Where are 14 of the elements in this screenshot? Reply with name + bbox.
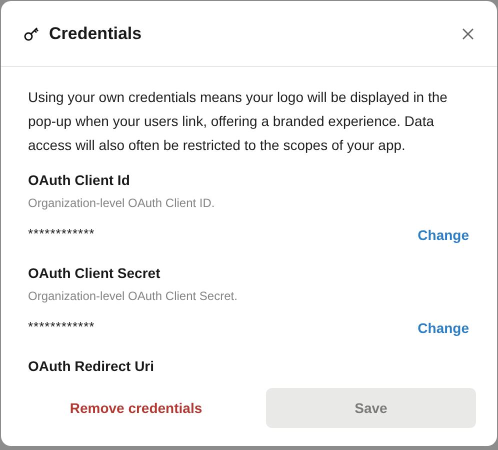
change-link[interactable]: Change (418, 320, 469, 336)
field-label: OAuth Redirect Uri (28, 357, 156, 375)
field-label: OAuth Client Secret (28, 264, 162, 282)
key-icon (24, 26, 40, 40)
field-description: Organization-level OAuth Client ID. (28, 195, 216, 211)
masked-value: ************ (28, 318, 95, 334)
change-link[interactable]: Change (418, 227, 469, 243)
field-label: OAuth Client Id (28, 171, 131, 189)
close-button[interactable] (461, 26, 475, 40)
dialog-title: Credentials (49, 24, 143, 44)
masked-value: ************ (28, 226, 95, 240)
field-description: Organization-level OAuth Client Secret. (28, 288, 238, 304)
intro-text: Using your own credentials means your logo will be displayed in the pop-up when your users link, offering a branded experience. Data access will also often be restricted to the scopes of your app. (28, 88, 448, 155)
remove-credentials-button[interactable]: Remove credentials (31, 400, 241, 416)
